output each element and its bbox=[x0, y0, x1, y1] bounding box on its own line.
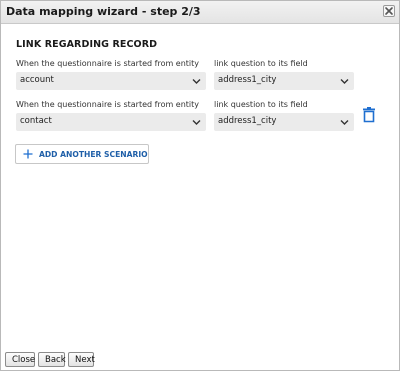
plus-icon bbox=[23, 149, 33, 159]
entity-select-value: account bbox=[20, 75, 54, 85]
add-scenario-button[interactable]: ADD ANOTHER SCENARIO bbox=[15, 144, 149, 164]
back-button[interactable]: Back bbox=[38, 352, 66, 367]
field-label: link question to its field bbox=[214, 59, 308, 68]
chevron-down-icon bbox=[192, 79, 201, 84]
field-select-value: address1_city bbox=[218, 75, 277, 85]
close-button[interactable]: Close bbox=[5, 352, 35, 367]
field-select[interactable]: address1_city bbox=[214, 113, 354, 131]
field-select-value: address1_city bbox=[218, 116, 277, 126]
entity-label: When the questionnaire is started from e… bbox=[16, 100, 200, 109]
trash-icon[interactable] bbox=[362, 107, 376, 123]
dialog-title: Data mapping wizard - step 2/3 bbox=[6, 5, 201, 18]
chevron-down-icon bbox=[340, 120, 349, 125]
entity-select-value: contact bbox=[20, 116, 52, 126]
field-select[interactable]: address1_city bbox=[214, 72, 354, 90]
chevron-down-icon bbox=[340, 79, 349, 84]
entity-select[interactable]: contact bbox=[16, 113, 206, 131]
section-title: LINK REGARDING RECORD bbox=[16, 39, 158, 50]
next-button[interactable]: Next bbox=[68, 352, 95, 367]
title-bar: Data mapping wizard - step 2/3 bbox=[1, 1, 399, 24]
field-label: link question to its field bbox=[214, 100, 308, 109]
wizard-dialog: Data mapping wizard - step 2/3 LINK REGA… bbox=[0, 0, 400, 371]
entity-select[interactable]: account bbox=[16, 72, 206, 90]
close-icon[interactable] bbox=[383, 5, 395, 17]
entity-label: When the questionnaire is started from e… bbox=[16, 59, 200, 68]
chevron-down-icon bbox=[192, 120, 201, 125]
add-scenario-label: ADD ANOTHER SCENARIO bbox=[39, 150, 148, 159]
